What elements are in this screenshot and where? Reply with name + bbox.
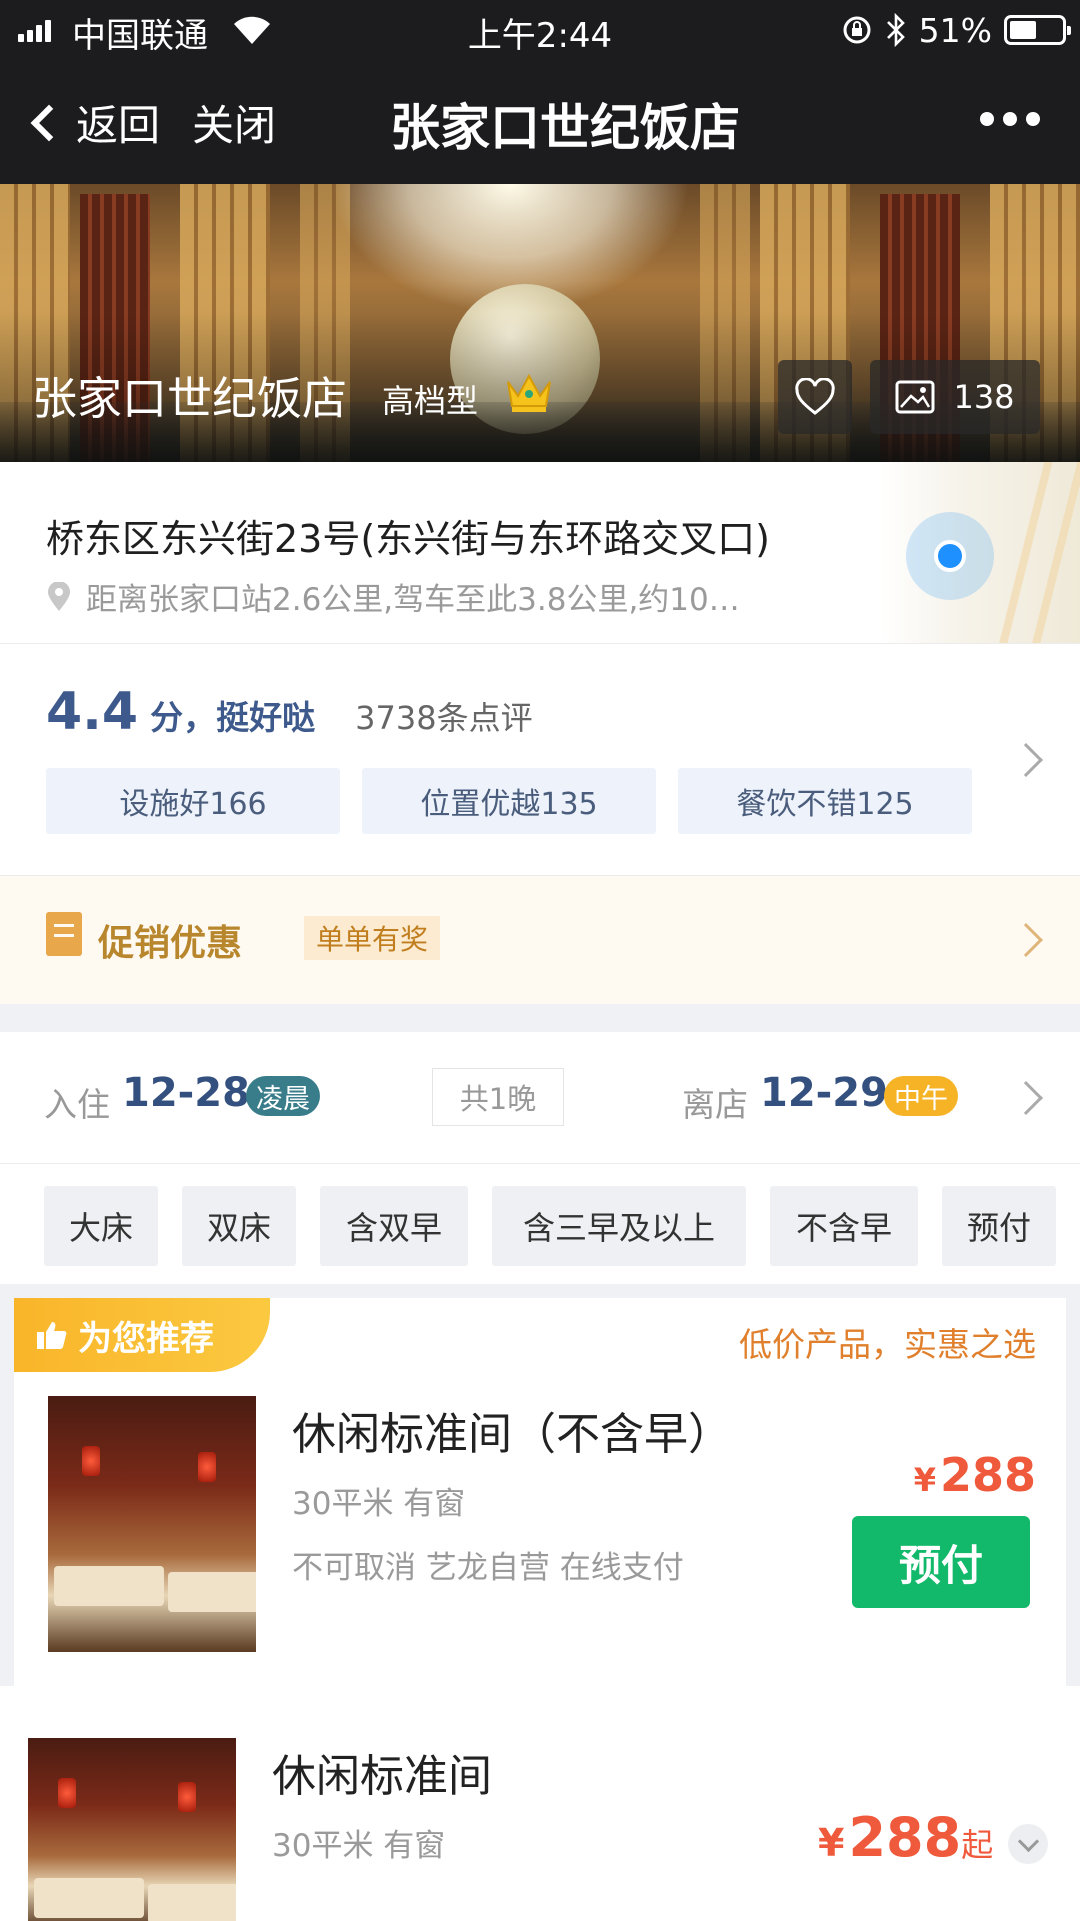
bluetooth-icon (886, 13, 905, 47)
review-tags: 设施好166 位置优越135 餐饮不错125 (46, 768, 972, 834)
filter-chip[interactable]: 预付 (942, 1186, 1056, 1266)
review-tag[interactable]: 餐饮不错125 (678, 768, 972, 834)
hotel-grade: 高档型 (382, 382, 479, 420)
review-count: 3738条点评 (355, 699, 533, 737)
room-price: ¥288 (914, 1448, 1036, 1502)
review-tag[interactable]: 位置优越135 (362, 768, 656, 834)
section-divider (0, 1004, 1080, 1032)
battery-percent: 51% (918, 10, 992, 50)
checkin-date: 12-28 (122, 1070, 250, 1116)
photo-gallery-button[interactable]: 138 (870, 360, 1040, 434)
hotel-hero-image[interactable]: 张家口世纪饭店 高档型 138 (0, 184, 1080, 462)
checkout-label: 离店 (682, 1085, 748, 1124)
promotion-section[interactable]: 促销优惠 单单有奖 (0, 876, 1080, 1004)
currency-symbol: ¥ (913, 1461, 936, 1499)
filter-chip[interactable]: 双床 (182, 1186, 296, 1266)
room-meta: 30平米 有窗 (272, 1828, 446, 1864)
recommend-ribbon: 为您推荐 (14, 1298, 270, 1372)
promotion-badge: 单单有奖 (304, 916, 441, 960)
address-section[interactable]: 桥东区东兴街23号(东兴街与东环路交叉口) 距离张家口站2.6公里,驾车至此3.… (0, 462, 1080, 644)
thumbs-up-icon (37, 1322, 67, 1349)
room-photo[interactable] (28, 1738, 236, 1921)
filter-chip[interactable]: 大床 (44, 1186, 158, 1266)
price-value: 288 (848, 1806, 962, 1869)
rating-section[interactable]: 4.4 分，挺好哒 3738条点评 设施好166 位置优越135 餐饮不错125 (0, 644, 1080, 876)
promotion-title: 促销优惠 (98, 923, 243, 964)
room-list-item[interactable]: 休闲标准间 30平米 有窗 ¥288起 (0, 1702, 1080, 1921)
rating-label: 分，挺好哒 (150, 698, 316, 737)
nights-count: 共1晚 (432, 1068, 564, 1126)
filter-chip[interactable]: 不含早 (770, 1186, 918, 1266)
favorite-button[interactable] (778, 360, 852, 434)
hotel-name: 张家口世纪饭店 (32, 372, 348, 425)
orientation-lock-icon (843, 16, 871, 44)
filter-chip[interactable]: 含三早及以上 (492, 1186, 746, 1266)
price-suffix: 起 (961, 1826, 994, 1864)
rating-score: 4.4 (46, 682, 139, 742)
room-name: 休闲标准间（不含早） (292, 1409, 732, 1460)
photo-count: 138 (953, 378, 1015, 416)
crown-icon (507, 373, 551, 412)
room-name: 休闲标准间 (272, 1751, 492, 1802)
price-value: 288 (939, 1448, 1036, 1502)
top-bar: 中国联通 上午2:44 51% 返回 关闭 张家口世纪饭店 (0, 0, 1080, 184)
recommend-label: 为您推荐 (78, 1318, 214, 1359)
location-pin-icon (48, 581, 70, 611)
chevron-right-icon (1009, 923, 1043, 957)
nav-bar: 返回 关闭 张家口世纪饭店 (0, 60, 1080, 184)
status-bar: 中国联通 上午2:44 51% (0, 0, 1080, 60)
review-tag[interactable]: 设施好166 (46, 768, 340, 834)
chevron-right-icon (1009, 743, 1043, 777)
score-row: 4.4 分，挺好哒 3738条点评 (46, 682, 533, 742)
checkout-date: 12-29 (760, 1070, 888, 1116)
filter-chip[interactable]: 含双早 (320, 1186, 468, 1266)
recommend-slogan: 低价产品，实惠之选 (739, 1325, 1036, 1364)
book-button[interactable]: 预付 (852, 1516, 1030, 1608)
image-icon (895, 380, 935, 414)
room-meta: 30平米 有窗 (292, 1486, 466, 1522)
checkout-tag: 中午 (884, 1076, 958, 1116)
currency-symbol: ¥ (818, 1821, 845, 1865)
room-price: ¥288起 (818, 1806, 993, 1869)
room-filters: 大床 双床 含双早 含三早及以上 不含早 预付 (0, 1164, 1080, 1284)
date-selector[interactable]: 入住 12-28 凌晨 共1晚 离店 12-29 中午 (0, 1032, 1080, 1164)
battery-level (1010, 21, 1036, 39)
checkin-label: 入住 (44, 1085, 110, 1124)
status-right: 51% (841, 8, 1071, 52)
room-photo[interactable] (48, 1396, 256, 1652)
distance-text: 距离张家口站2.6公里,驾车至此3.8公里,约10… (86, 582, 740, 618)
distance-info: 距离张家口站2.6公里,驾车至此3.8公里,约10… (46, 574, 740, 619)
checkin-tag: 凌晨 (246, 1076, 320, 1116)
map-location-dot-icon[interactable] (906, 512, 994, 600)
heart-icon (795, 378, 835, 415)
chevron-right-icon (1009, 1081, 1043, 1115)
recommended-room-card[interactable]: 为您推荐 低价产品，实惠之选 休闲标准间（不含早） 30平米 有窗 不可取消 艺… (14, 1298, 1066, 1688)
room-policy: 不可取消 艺龙自营 在线支付 (292, 1550, 684, 1586)
address-line: 桥东区东兴街23号(东兴街与东环路交叉口) (46, 517, 771, 561)
coupon-icon (46, 912, 82, 956)
more-icon[interactable] (980, 112, 1040, 126)
page-title: 张家口世纪饭店 (390, 99, 740, 157)
battery-icon (1004, 15, 1071, 45)
expand-icon[interactable] (1008, 1824, 1048, 1864)
